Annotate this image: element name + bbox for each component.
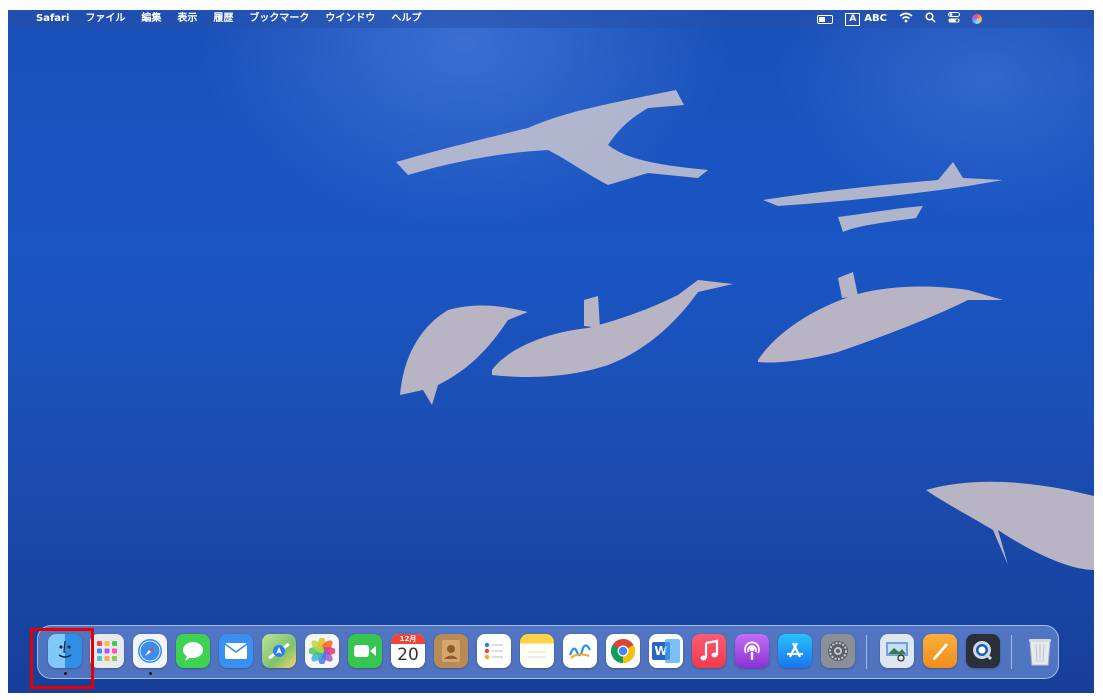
calendar-icon[interactable]: 12月 20 xyxy=(391,634,425,668)
battery-icon[interactable] xyxy=(817,14,834,24)
facetime-icon[interactable] xyxy=(348,634,382,668)
chrome-icon[interactable] xyxy=(606,634,640,668)
menu-edit[interactable]: 編集 xyxy=(141,12,161,26)
dock: 12月 20 W xyxy=(37,625,1059,679)
pages-icon[interactable] xyxy=(923,634,957,668)
input-indicator: A xyxy=(845,12,861,26)
wallpaper-dolphins xyxy=(396,90,1094,570)
calendar-month: 12月 xyxy=(391,634,425,644)
input-source-menu[interactable]: A ABC xyxy=(845,12,887,26)
menu-window[interactable]: ウインドウ xyxy=(325,12,375,26)
preview-icon[interactable] xyxy=(880,634,914,668)
input-source-label: ABC xyxy=(864,13,887,24)
launchpad-icon[interactable] xyxy=(90,634,124,668)
siri-icon[interactable] xyxy=(972,14,982,24)
freeform-icon[interactable] xyxy=(563,634,597,668)
app-store-icon[interactable] xyxy=(778,634,812,668)
safari-icon[interactable] xyxy=(133,634,167,668)
contacts-icon[interactable] xyxy=(434,634,468,668)
notes-icon[interactable] xyxy=(520,634,554,668)
menu-bar: Safari ファイル 編集 表示 履歴 ブックマーク ウインドウ ヘルプ A … xyxy=(8,10,1094,28)
control-center-icon[interactable] xyxy=(948,12,960,26)
safari-running-indicator xyxy=(149,672,152,675)
dock-separator xyxy=(866,635,867,669)
menu-help[interactable]: ヘルプ xyxy=(391,12,421,26)
menu-view[interactable]: 表示 xyxy=(177,12,197,26)
menu-file[interactable]: ファイル xyxy=(85,12,125,26)
mail-icon[interactable] xyxy=(219,634,253,668)
app-menu-safari[interactable]: Safari xyxy=(36,12,69,26)
calendar-day: 20 xyxy=(397,645,419,665)
system-settings-icon[interactable] xyxy=(821,634,855,668)
quicktime-icon[interactable] xyxy=(966,634,1000,668)
dock-separator-trash xyxy=(1011,635,1012,669)
desktop: Safari ファイル 編集 表示 履歴 ブックマーク ウインドウ ヘルプ A … xyxy=(8,10,1094,693)
messages-icon[interactable] xyxy=(176,634,210,668)
music-icon[interactable] xyxy=(692,634,726,668)
menu-history[interactable]: 履歴 xyxy=(213,12,233,26)
finder-highlight-box xyxy=(30,628,94,689)
spotlight-search-icon[interactable] xyxy=(925,12,936,26)
maps-icon[interactable] xyxy=(262,634,296,668)
reminders-icon[interactable] xyxy=(477,634,511,668)
word-icon[interactable]: W xyxy=(649,634,683,668)
photos-icon[interactable] xyxy=(305,634,339,668)
menu-bookmarks[interactable]: ブックマーク xyxy=(249,12,309,26)
trash-icon[interactable] xyxy=(1023,634,1057,668)
podcasts-icon[interactable] xyxy=(735,634,769,668)
wifi-icon[interactable] xyxy=(899,12,913,26)
